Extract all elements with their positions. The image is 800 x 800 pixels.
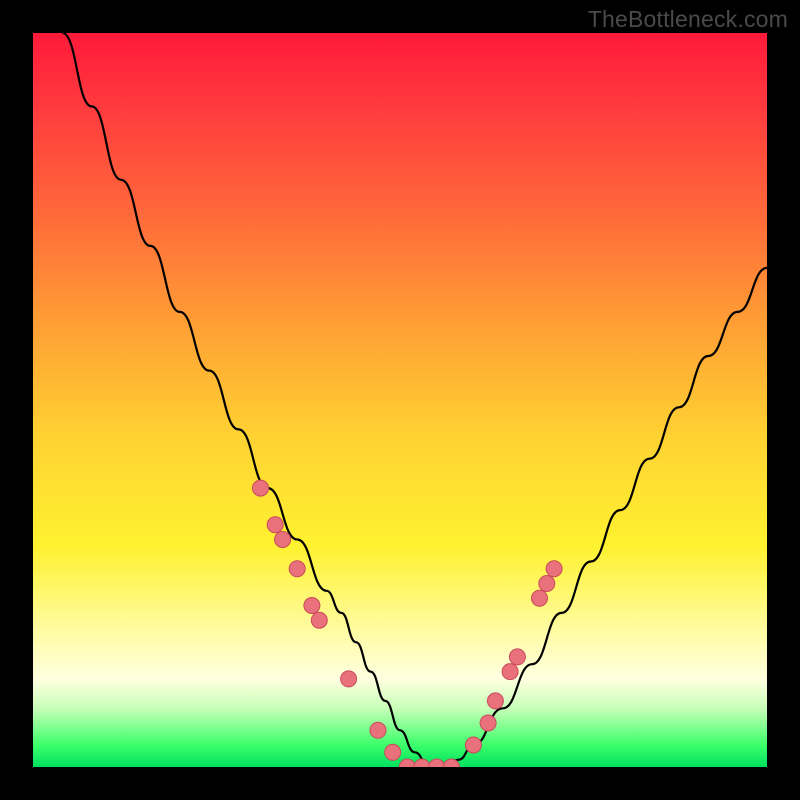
scatter-point <box>341 671 357 687</box>
scatter-point <box>253 480 269 496</box>
scatter-point <box>546 561 562 577</box>
scatter-points <box>253 480 563 767</box>
scatter-point <box>414 759 430 767</box>
scatter-point <box>509 649 525 665</box>
scatter-point <box>487 693 503 709</box>
watermark-label: TheBottleneck.com <box>588 6 788 33</box>
bottleneck-curve <box>62 33 767 767</box>
scatter-point <box>480 715 496 731</box>
scatter-point <box>275 532 291 548</box>
scatter-point <box>429 759 445 767</box>
scatter-point <box>399 759 415 767</box>
scatter-point <box>465 737 481 753</box>
scatter-point <box>267 517 283 533</box>
scatter-point <box>289 561 305 577</box>
scatter-point <box>304 598 320 614</box>
scatter-point <box>311 612 327 628</box>
chart-overlay <box>33 33 767 767</box>
scatter-point <box>385 744 401 760</box>
scatter-point <box>532 590 548 606</box>
scatter-point <box>370 722 386 738</box>
scatter-point <box>502 664 518 680</box>
scatter-point <box>539 576 555 592</box>
